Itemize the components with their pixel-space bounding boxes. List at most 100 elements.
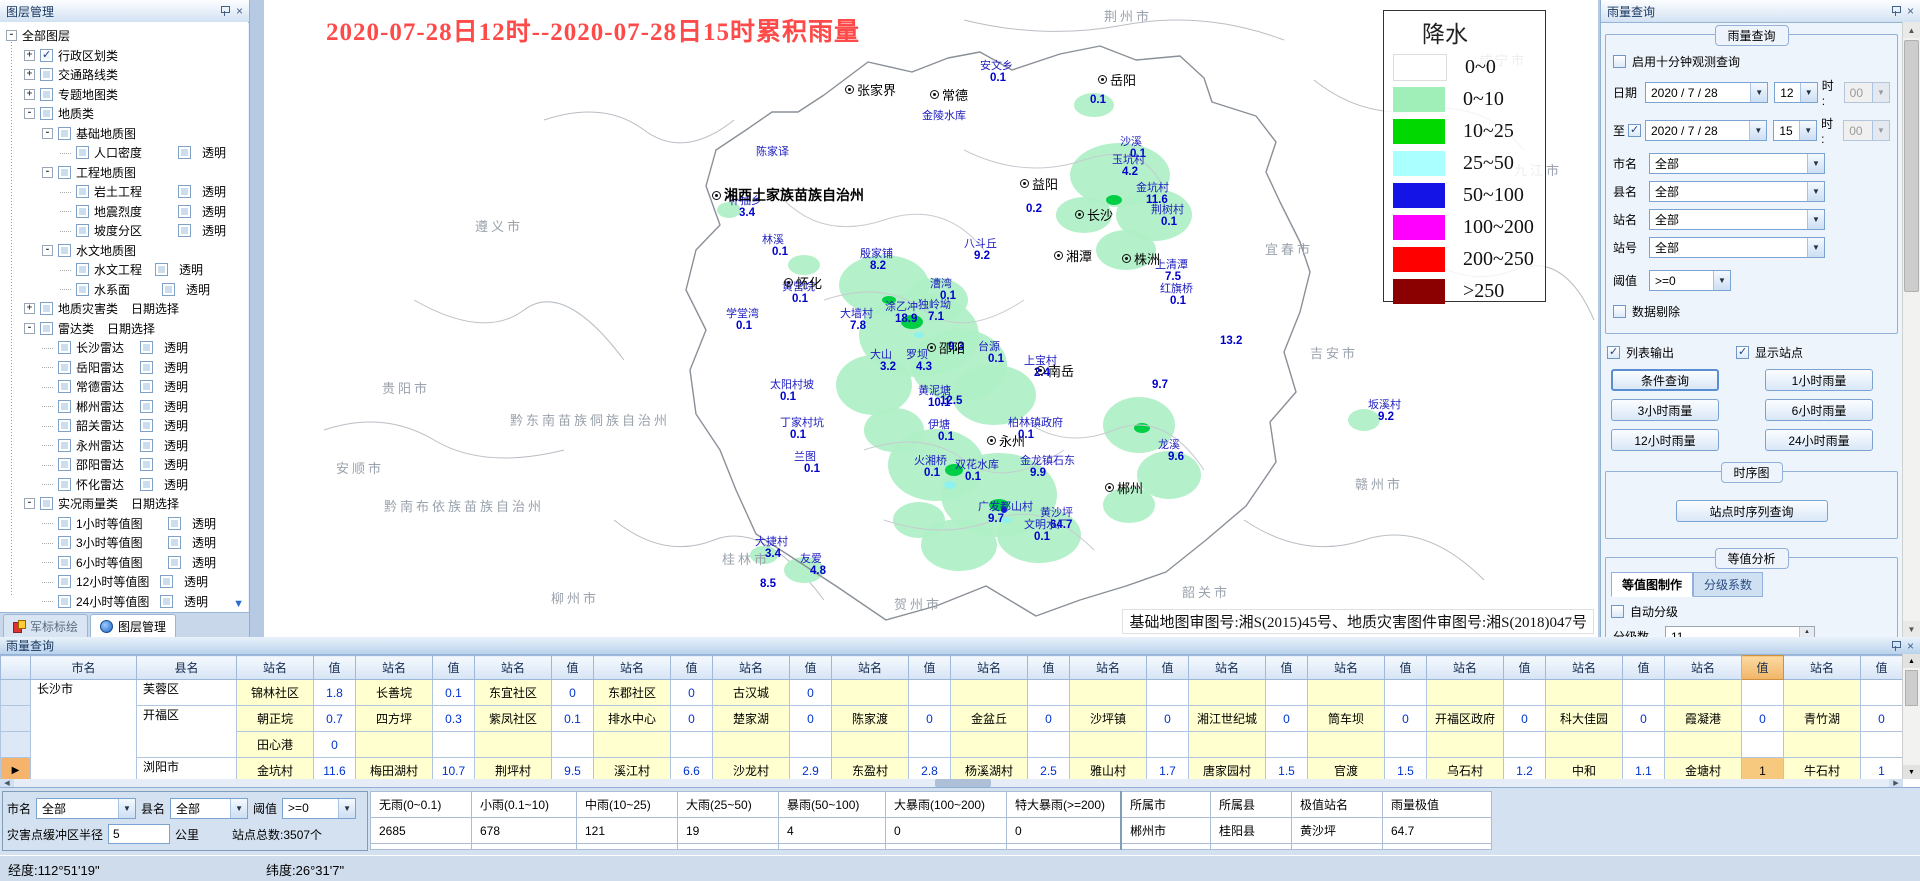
value-cell[interactable]: 0.1 <box>552 706 594 732</box>
layer-label[interactable]: 12小时等值图 <box>76 573 149 590</box>
value-cell[interactable] <box>909 732 951 758</box>
layer-label[interactable]: 人口密度 <box>94 144 142 161</box>
station-cell[interactable] <box>1189 680 1266 706</box>
date-select-link[interactable]: 日期选择 <box>107 320 155 337</box>
value-cell[interactable] <box>1028 732 1070 758</box>
dropdown-arrow-icon[interactable]: ▼ <box>1807 238 1824 257</box>
layer-label[interactable]: 水系面 <box>94 281 130 298</box>
layer-checkbox[interactable] <box>58 127 71 140</box>
tree-item[interactable]: 地震烈度透明 <box>60 202 142 221</box>
column-header-value[interactable]: 值 <box>1385 656 1427 680</box>
layer-checkbox[interactable] <box>58 595 71 608</box>
transparent-checkbox[interactable] <box>155 263 168 276</box>
station-cell[interactable] <box>475 732 552 758</box>
station-cell[interactable]: 陈家渡 <box>832 706 909 732</box>
tree-item[interactable]: -工程地质图 <box>42 163 136 182</box>
value-cell[interactable]: 0 <box>671 706 713 732</box>
value-cell[interactable] <box>1742 680 1784 706</box>
to-enabled-checkbox[interactable] <box>1628 124 1641 137</box>
column-header-station[interactable]: 站名 <box>1546 656 1623 680</box>
tree-expander-icon[interactable]: - <box>24 323 35 334</box>
tenmin-checkbox[interactable] <box>1613 55 1626 68</box>
value-cell[interactable]: 0 <box>1266 706 1308 732</box>
tree-item[interactable]: 3小时等值图透明 <box>42 533 143 552</box>
column-header-value[interactable]: 值 <box>1742 656 1784 680</box>
value-cell[interactable]: 0 <box>314 732 356 758</box>
layer-label[interactable]: 岩土工程 <box>94 183 142 200</box>
value-cell[interactable]: 0.3 <box>433 706 475 732</box>
scroll-up-icon[interactable]: ▲ <box>1903 22 1920 38</box>
station-cell[interactable] <box>1189 732 1266 758</box>
tree-item[interactable]: -实况雨量类日期选择 <box>24 494 179 513</box>
layer-label[interactable]: 24小时等值图 <box>76 593 149 610</box>
layer-label[interactable]: 岳阳雷达 <box>76 359 124 376</box>
value-cell[interactable] <box>1504 732 1546 758</box>
value-cell[interactable] <box>909 680 951 706</box>
qbar-threshold-select[interactable]: >=0▼ <box>282 798 356 819</box>
station-cell[interactable] <box>1308 732 1385 758</box>
value-cell[interactable] <box>1623 732 1665 758</box>
value-cell[interactable]: 0 <box>1028 706 1070 732</box>
layer-checkbox[interactable] <box>58 361 71 374</box>
tree-item[interactable]: -水文地质图 <box>42 241 136 260</box>
station-cell[interactable]: 霞凝港 <box>1665 706 1742 732</box>
value-cell[interactable] <box>790 732 832 758</box>
value-cell[interactable]: 0 <box>1861 706 1903 732</box>
column-header-value[interactable]: 值 <box>1028 656 1070 680</box>
layer-checkbox[interactable] <box>58 517 71 530</box>
transparent-checkbox[interactable] <box>140 439 153 452</box>
layer-checkbox[interactable] <box>58 556 71 569</box>
column-header-station[interactable]: 站名 <box>1308 656 1385 680</box>
column-header-station[interactable]: 站名 <box>1665 656 1742 680</box>
value-cell[interactable] <box>1623 680 1665 706</box>
column-header-value[interactable]: 值 <box>1504 656 1546 680</box>
column-header-value[interactable]: 值 <box>909 656 951 680</box>
tree-expander-icon[interactable]: - <box>42 245 53 256</box>
dropdown-arrow-icon[interactable]: ▼ <box>1799 121 1816 140</box>
transparent-checkbox[interactable] <box>160 575 173 588</box>
value-cell[interactable]: 0 <box>1623 706 1665 732</box>
tree-item[interactable]: 岩土工程透明 <box>60 182 142 201</box>
tree-item[interactable]: 水文工程透明 <box>60 260 142 279</box>
station-cell[interactable]: 东宜社区 <box>475 680 552 706</box>
layer-checkbox[interactable] <box>58 478 71 491</box>
layer-checkbox[interactable] <box>40 68 53 81</box>
value-cell[interactable]: 0 <box>790 706 832 732</box>
value-cell[interactable]: 0 <box>909 706 951 732</box>
tree-item[interactable]: 郴州雷达透明 <box>42 397 124 416</box>
data-remove-checkbox[interactable] <box>1613 305 1626 318</box>
value-cell[interactable]: 0.1 <box>433 680 475 706</box>
tree-expander-icon[interactable]: - <box>6 30 17 41</box>
layer-label[interactable]: 交通路线类 <box>58 66 118 83</box>
value-cell[interactable]: 0 <box>671 680 713 706</box>
value-cell[interactable]: 1.8 <box>314 680 356 706</box>
station-cell[interactable] <box>951 680 1028 706</box>
close-icon[interactable]: × <box>1907 5 1914 17</box>
threshold-select[interactable]: >=0▼ <box>1649 270 1731 291</box>
tree-expander-icon[interactable]: - <box>42 167 53 178</box>
layer-label[interactable]: 3小时等值图 <box>76 534 143 551</box>
date-select-link[interactable]: 日期选择 <box>131 495 179 512</box>
column-header-station[interactable]: 站名 <box>951 656 1028 680</box>
layer-label[interactable]: 邵阳雷达 <box>76 456 124 473</box>
tree-item[interactable]: +专题地图类 <box>24 85 118 104</box>
buffer-radius-input[interactable]: 5 <box>108 824 170 844</box>
dropdown-arrow-icon[interactable]: ▼ <box>230 799 247 818</box>
tree-item[interactable]: -全部图层 <box>6 26 70 45</box>
column-header-value[interactable]: 值 <box>1861 656 1903 680</box>
layer-label[interactable]: 郴州雷达 <box>76 398 124 415</box>
layer-checkbox[interactable] <box>76 185 89 198</box>
station-cell[interactable] <box>713 732 790 758</box>
row-indicator[interactable] <box>1 706 31 732</box>
column-header-station[interactable]: 站名 <box>1427 656 1504 680</box>
layer-checkbox[interactable] <box>40 497 53 510</box>
county-cell[interactable]: 芙蓉区 <box>137 680 237 706</box>
value-cell[interactable] <box>1147 732 1189 758</box>
layer-label[interactable]: 行政区划类 <box>58 47 118 64</box>
station-cell[interactable]: 湘江世纪城 <box>1189 706 1266 732</box>
column-header-value[interactable]: 值 <box>314 656 356 680</box>
tree-scroll-down-icon[interactable]: ▼ <box>233 598 244 610</box>
tab-grade-coeff[interactable]: 分级系数 <box>1693 572 1763 597</box>
scroll-down-icon[interactable]: ▼ <box>1903 765 1920 779</box>
column-header-station[interactable]: 站名 <box>237 656 314 680</box>
